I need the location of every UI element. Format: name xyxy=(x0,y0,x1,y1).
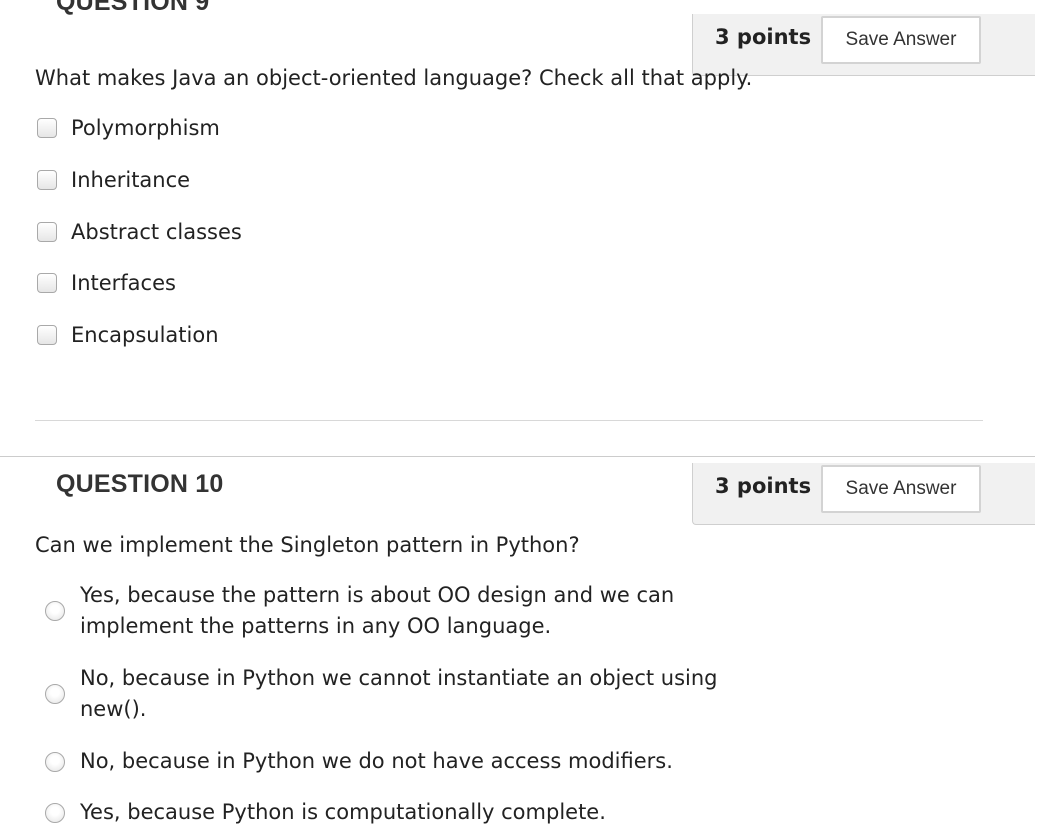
question-9-points: 3 points xyxy=(715,25,812,49)
option-label: Abstract classes xyxy=(71,220,242,244)
option-label: Inheritance xyxy=(71,168,191,192)
checkbox[interactable] xyxy=(37,118,57,138)
question-divider xyxy=(0,456,1035,457)
checkbox[interactable] xyxy=(37,222,57,242)
question-10-option-3[interactable]: No, because in Python we do not have acc… xyxy=(45,746,730,777)
radio-button[interactable] xyxy=(45,684,65,704)
option-label: Yes, because Python is computationally c… xyxy=(80,800,606,824)
question-10-points-panel: 3 points Save Answer xyxy=(692,463,1035,525)
radio-button[interactable] xyxy=(45,601,65,621)
checkbox[interactable] xyxy=(37,170,57,190)
question-10-prompt: Can we implement the Singleton pattern i… xyxy=(35,533,580,557)
question-9-option-abstract-classes[interactable]: Abstract classes xyxy=(37,219,242,245)
question-10-option-4[interactable]: Yes, because Python is computationally c… xyxy=(45,797,730,828)
question-9-heading: QUESTION 9 xyxy=(56,0,210,16)
option-label: Yes, because the pattern is about OO des… xyxy=(80,583,675,638)
question-10-points: 3 points xyxy=(715,474,812,498)
question-10-heading: QUESTION 10 xyxy=(56,470,224,498)
question-9-option-inheritance[interactable]: Inheritance xyxy=(37,167,190,193)
option-label: No, because in Python we do not have acc… xyxy=(80,749,673,773)
question-9-option-polymorphism[interactable]: Polymorphism xyxy=(37,115,220,141)
radio-button[interactable] xyxy=(45,751,65,772)
option-label: Interfaces xyxy=(71,271,176,295)
question-9-prompt: What makes Java an object-oriented langu… xyxy=(35,66,753,90)
option-label: Encapsulation xyxy=(71,323,219,347)
question-9-option-interfaces[interactable]: Interfaces xyxy=(37,270,176,296)
question-10-option-1[interactable]: Yes, because the pattern is about OO des… xyxy=(45,580,730,642)
question-10-save-answer-button[interactable]: Save Answer xyxy=(821,465,981,513)
option-label: No, because in Python we cannot instanti… xyxy=(80,666,718,721)
radio-button[interactable] xyxy=(45,802,65,823)
checkbox[interactable] xyxy=(37,325,57,345)
option-label: Polymorphism xyxy=(71,116,220,140)
question-10-option-2[interactable]: No, because in Python we cannot instanti… xyxy=(45,663,730,725)
question-9-save-answer-button[interactable]: Save Answer xyxy=(821,16,981,64)
checkbox[interactable] xyxy=(37,273,57,293)
quiz-page: QUESTION 9 3 points Save Answer What mak… xyxy=(0,0,1062,839)
question-9-option-encapsulation[interactable]: Encapsulation xyxy=(37,322,219,348)
answer-divider xyxy=(35,420,983,421)
